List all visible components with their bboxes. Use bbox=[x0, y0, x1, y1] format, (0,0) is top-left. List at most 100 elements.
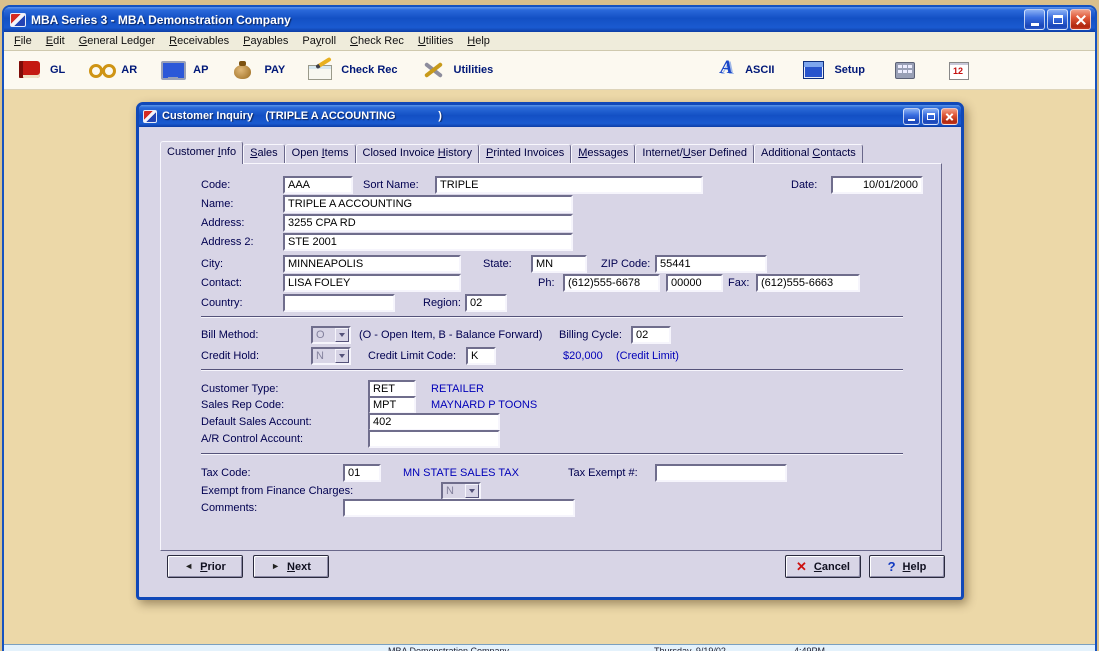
city-field[interactable]: MINNEAPOLIS bbox=[283, 255, 461, 273]
next-button[interactable]: ► Next bbox=[253, 555, 329, 578]
app-icon bbox=[10, 12, 26, 27]
help-button[interactable]: ? Help bbox=[869, 555, 945, 578]
phone-ext-field[interactable]: 00000 bbox=[666, 274, 723, 292]
tab-printed-invoices[interactable]: Printed Invoices bbox=[478, 144, 572, 163]
tab-additional-contacts[interactable]: Additional Contacts bbox=[753, 144, 863, 163]
comments-field[interactable] bbox=[343, 499, 575, 517]
sales-rep-desc: MAYNARD P TOONS bbox=[431, 399, 538, 411]
menu-item-receivables[interactable]: Receivables bbox=[162, 33, 236, 49]
state-label: State: bbox=[483, 258, 512, 270]
fax-field[interactable]: (612)555-6663 bbox=[756, 274, 860, 292]
tab-customer-info[interactable]: Customer Info bbox=[160, 141, 244, 164]
client-area: Customer Inquiry (TRIPLE A ACCOUNTING ) … bbox=[4, 90, 1095, 644]
code-field[interactable]: AAA bbox=[283, 176, 353, 194]
tab-sales[interactable]: Sales bbox=[243, 144, 285, 163]
credit-hold-select[interactable]: N bbox=[311, 347, 351, 365]
toolbar-button-pay[interactable]: PAY bbox=[226, 57, 289, 83]
dialog-titlebar[interactable]: Customer Inquiry (TRIPLE A ACCOUNTING ) bbox=[139, 105, 961, 127]
menu-item-utilities[interactable]: Utilities bbox=[411, 33, 460, 49]
region-field[interactable]: 02 bbox=[465, 294, 507, 312]
bill-method-select[interactable]: O bbox=[311, 326, 351, 344]
desktop: MBA Series 3 - MBA Demonstration Company… bbox=[0, 0, 1099, 651]
cancel-button[interactable]: ✕ Cancel bbox=[785, 555, 861, 578]
toolbar-label-check-rec: Check Rec bbox=[341, 64, 398, 76]
phone-field[interactable]: (612)555-6678 bbox=[563, 274, 660, 292]
toolbar-button-ap[interactable]: AP bbox=[155, 57, 212, 83]
fax-label: Fax: bbox=[728, 277, 750, 289]
window-title: MBA Series 3 - MBA Demonstration Company bbox=[31, 12, 291, 27]
ar-control-account-field[interactable] bbox=[368, 430, 500, 448]
tax-exempt-label: Tax Exempt #: bbox=[568, 467, 638, 479]
sales-rep-field[interactable]: MPT bbox=[368, 396, 416, 414]
dialog-maximize-button[interactable] bbox=[922, 107, 939, 125]
state-field[interactable]: MN bbox=[531, 255, 587, 273]
tax-code-field[interactable]: 01 bbox=[343, 464, 381, 482]
comments-label: Comments: bbox=[201, 502, 258, 514]
address2-field[interactable]: STE 2001 bbox=[283, 233, 573, 251]
prior-button[interactable]: ◄ Prior bbox=[167, 555, 243, 578]
date-field[interactable]: 10/01/2000 bbox=[831, 176, 923, 194]
country-field[interactable] bbox=[283, 294, 395, 312]
billing-cycle-field[interactable]: 02 bbox=[631, 326, 671, 344]
status-company: MBA Demonstration Company bbox=[388, 646, 510, 651]
right-arrow-icon: ► bbox=[271, 561, 281, 571]
chevron-down-icon[interactable] bbox=[465, 484, 479, 498]
zip-label: ZIP Code: bbox=[601, 258, 651, 270]
section-separator bbox=[201, 316, 903, 318]
sort-name-field[interactable]: TRIPLE bbox=[435, 176, 703, 194]
toolbar-button-ar[interactable]: AR bbox=[83, 57, 141, 83]
status-time: 4:49PM bbox=[794, 646, 826, 651]
toolbar-label-pay: PAY bbox=[264, 64, 286, 76]
contact-field[interactable]: LISA FOLEY bbox=[283, 274, 461, 292]
maximize-button[interactable] bbox=[1047, 9, 1068, 30]
chevron-down-icon[interactable] bbox=[335, 328, 349, 342]
menu-item-payables[interactable]: Payables bbox=[236, 33, 295, 49]
menu-item-payroll[interactable]: Payroll bbox=[295, 33, 343, 49]
bill-method-label: Bill Method: bbox=[201, 329, 259, 341]
toolbar-button-utilities[interactable]: Utilities bbox=[416, 57, 498, 83]
menu-item-help[interactable]: Help bbox=[460, 33, 497, 49]
toolbar-button-calculator[interactable] bbox=[887, 57, 923, 83]
tab-internet-user-defined[interactable]: Internet/User Defined bbox=[635, 144, 754, 163]
tax-exempt-field[interactable] bbox=[655, 464, 787, 482]
region-label: Region: bbox=[423, 297, 461, 309]
section-separator bbox=[201, 369, 903, 371]
minimize-button[interactable] bbox=[1024, 9, 1045, 30]
dialog-minimize-button[interactable] bbox=[903, 107, 920, 125]
toolbar-label-gl: GL bbox=[50, 64, 66, 76]
toolbar: GL AR AP PAY Check Rec Utilities A ASCII… bbox=[4, 51, 1095, 90]
toolbar-button-calendar[interactable]: 12 bbox=[941, 57, 977, 83]
menu-item-file[interactable]: File bbox=[7, 33, 39, 49]
credit-limit-amount: $20,000 bbox=[563, 350, 603, 362]
city-label: City: bbox=[201, 258, 223, 270]
contact-label: Contact: bbox=[201, 277, 242, 289]
credit-hold-label: Credit Hold: bbox=[201, 350, 260, 362]
tab-messages[interactable]: Messages bbox=[571, 144, 636, 163]
menu-item-check-rec[interactable]: Check Rec bbox=[343, 33, 411, 49]
credit-limit-code-field[interactable]: K bbox=[466, 347, 496, 365]
tab-open-items[interactable]: Open Items bbox=[284, 144, 356, 163]
close-button[interactable] bbox=[1070, 9, 1091, 30]
menu-item-general-ledger[interactable]: General Ledger bbox=[72, 33, 162, 49]
main-titlebar[interactable]: MBA Series 3 - MBA Demonstration Company bbox=[4, 7, 1095, 32]
exempt-finance-select[interactable]: N bbox=[441, 482, 481, 500]
toolbar-button-check-rec[interactable]: Check Rec bbox=[303, 57, 401, 83]
tab-closed-invoice-history[interactable]: Closed Invoice History bbox=[355, 144, 479, 163]
default-sales-account-field[interactable]: 402 bbox=[368, 413, 500, 431]
toolbar-right-group: A ASCII Setup 12 bbox=[715, 57, 977, 83]
name-field[interactable]: TRIPLE A ACCOUNTING bbox=[283, 195, 573, 213]
status-date: Thursday, 9/19/02 bbox=[654, 646, 726, 651]
toolbar-button-gl[interactable]: GL bbox=[12, 57, 69, 83]
menu-item-edit[interactable]: Edit bbox=[39, 33, 72, 49]
zip-field[interactable]: 55441 bbox=[655, 255, 767, 273]
dialog-close-button[interactable] bbox=[941, 107, 958, 125]
chevron-down-icon[interactable] bbox=[335, 349, 349, 363]
address2-label: Address 2: bbox=[201, 236, 254, 248]
bill-method-value: O bbox=[316, 329, 325, 341]
toolbar-button-setup[interactable]: Setup bbox=[796, 57, 869, 83]
address-field[interactable]: 3255 CPA RD bbox=[283, 214, 573, 232]
dialog-title-text: Customer Inquiry bbox=[162, 110, 254, 122]
toolbar-button-ascii[interactable]: A ASCII bbox=[715, 57, 778, 83]
date-label: Date: bbox=[791, 179, 818, 191]
status-bar: MBA Demonstration Company Thursday, 9/19… bbox=[4, 644, 1095, 651]
